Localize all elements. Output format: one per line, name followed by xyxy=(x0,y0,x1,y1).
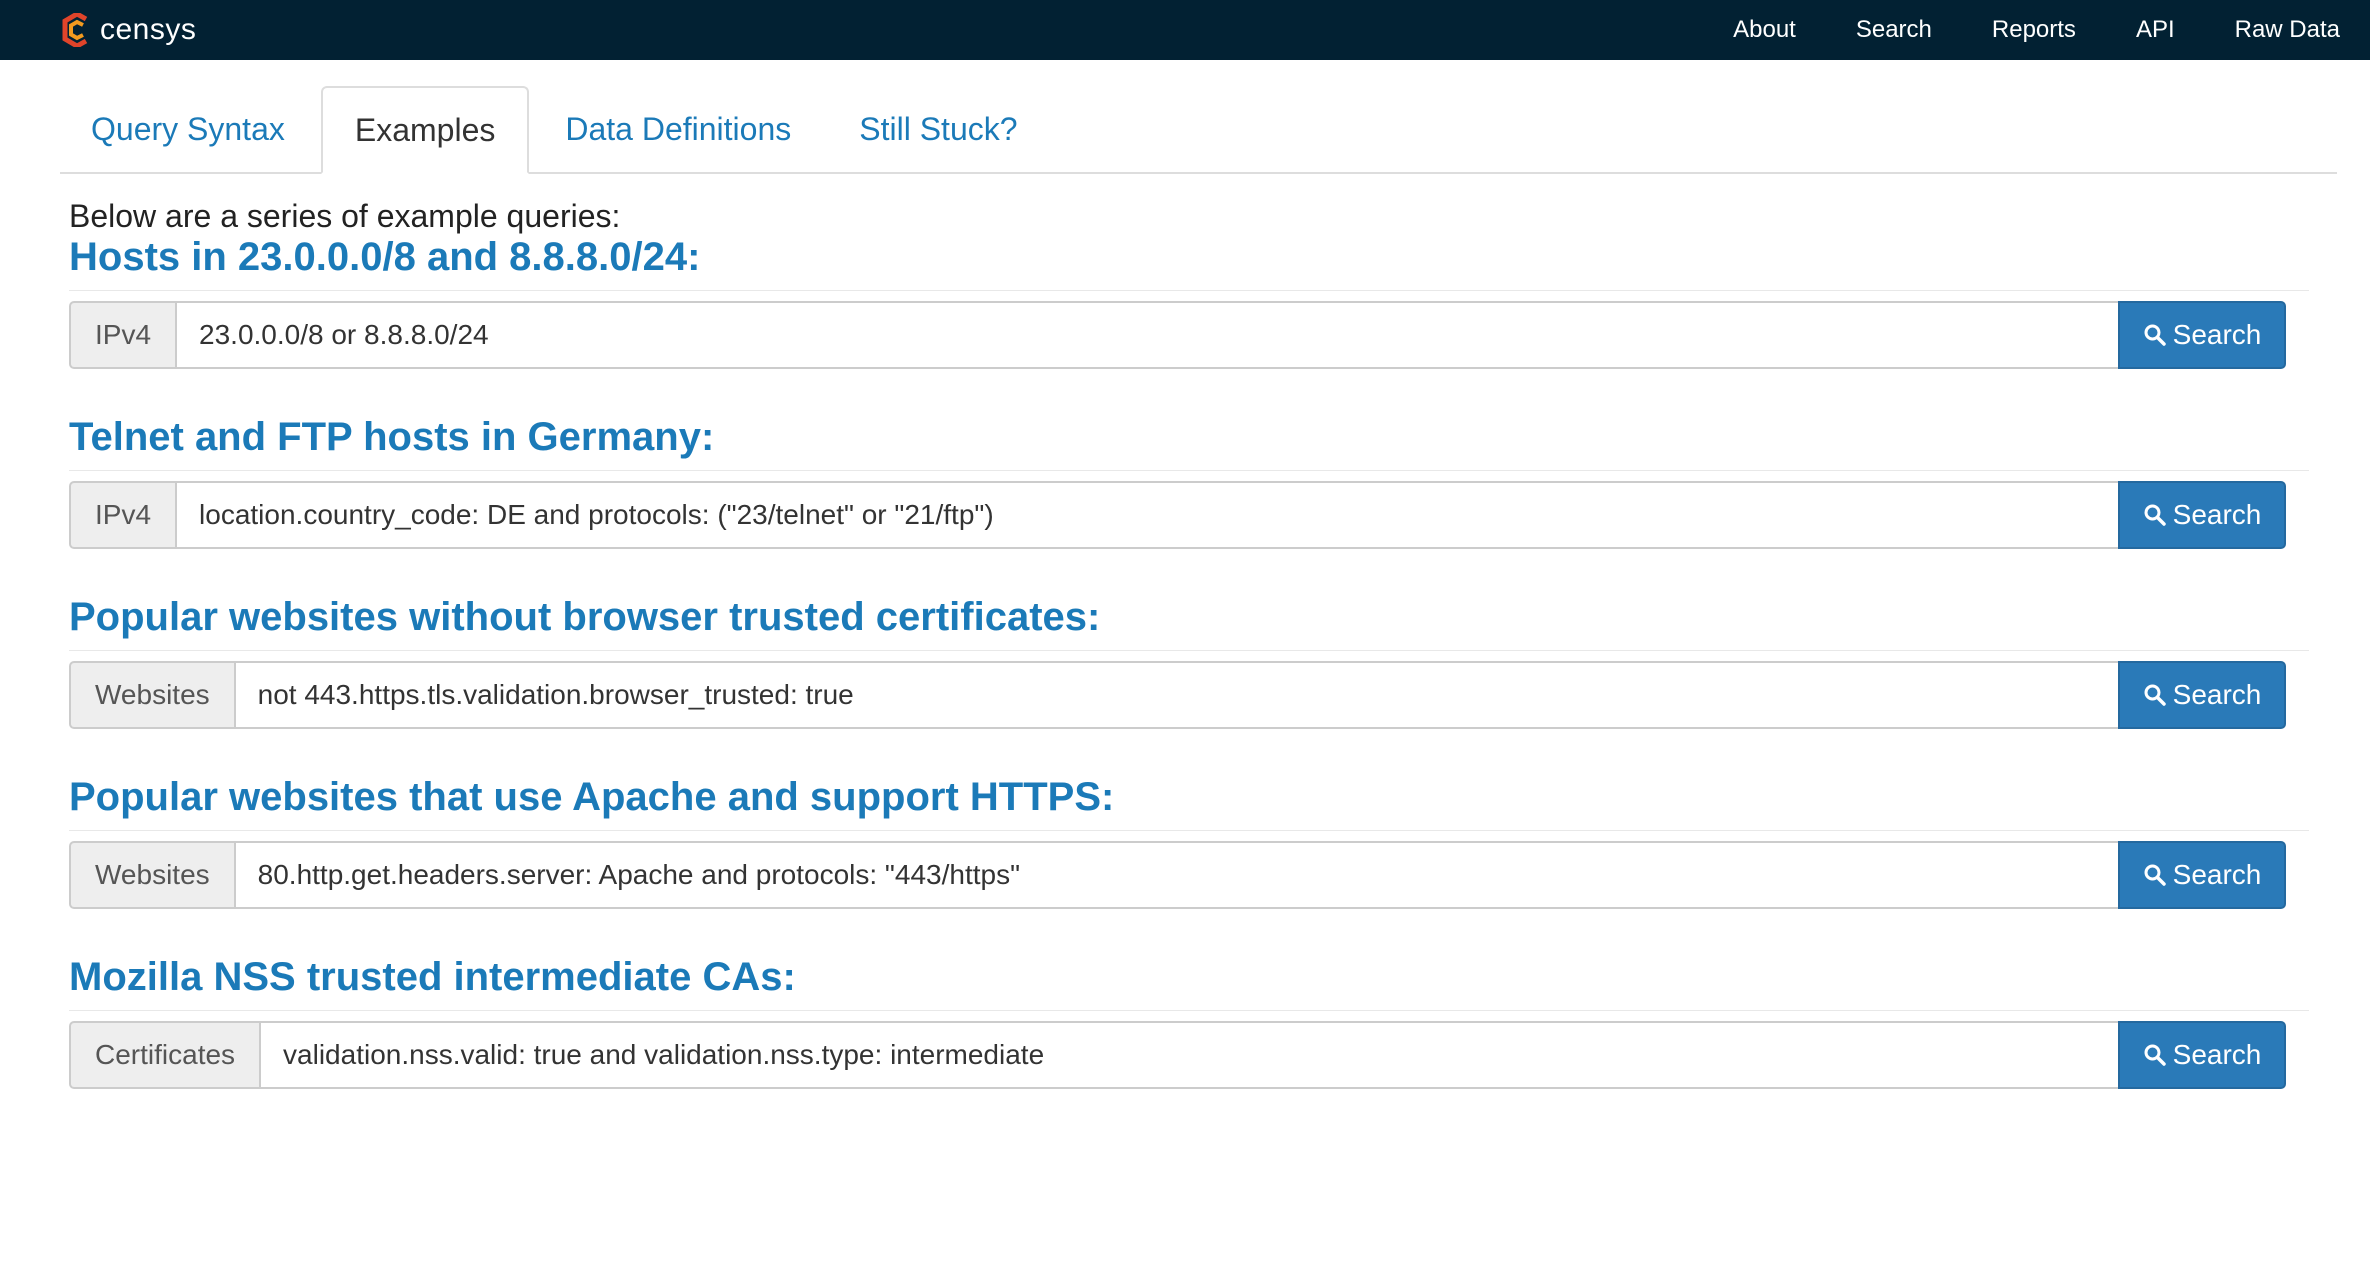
main-content: Query Syntax Examples Data Definitions S… xyxy=(0,74,2370,1089)
search-button-label: Search xyxy=(2172,859,2262,890)
examples-list: Hosts in 23.0.0.0/8 and 8.8.8.0/24: IPv4… xyxy=(60,235,2337,1089)
example-title: Popular websites that use Apache and sup… xyxy=(69,775,2309,831)
search-button-label: Search xyxy=(2172,499,2262,530)
search-button[interactable]: Search xyxy=(2118,301,2286,369)
search-icon xyxy=(2144,864,2166,886)
tab-data-definitions[interactable]: Data Definitions xyxy=(533,86,823,172)
tab-query-syntax[interactable]: Query Syntax xyxy=(60,86,317,172)
nav-reports[interactable]: Reports xyxy=(1992,16,2076,44)
brand-name: censys xyxy=(100,13,197,46)
search-button[interactable]: Search xyxy=(2118,841,2286,909)
query-input[interactable] xyxy=(175,481,2118,549)
tab-bar: Query Syntax Examples Data Definitions S… xyxy=(60,74,2337,174)
index-label-websites: Websites xyxy=(69,841,234,909)
query-row: Websites Search xyxy=(69,841,2286,909)
query-input[interactable] xyxy=(233,661,2118,729)
search-icon xyxy=(2144,1044,2166,1066)
search-icon xyxy=(2144,324,2166,346)
index-label-websites: Websites xyxy=(69,661,234,729)
query-input[interactable] xyxy=(175,301,2118,369)
search-button-label: Search xyxy=(2172,319,2262,350)
search-button-label: Search xyxy=(2172,679,2262,710)
tab-examples[interactable]: Examples xyxy=(320,86,530,174)
censys-logo-icon xyxy=(62,13,88,47)
example-title: Mozilla NSS trusted intermediate CAs: xyxy=(69,955,2309,1011)
query-input[interactable] xyxy=(259,1021,2118,1089)
query-input[interactable] xyxy=(233,841,2118,909)
example-block: Popular websites without browser trusted… xyxy=(60,595,2337,729)
brand[interactable]: censys xyxy=(62,13,196,47)
search-button[interactable]: Search xyxy=(2118,1021,2286,1089)
search-icon xyxy=(2144,504,2166,526)
intro-text: Below are a series of example queries: xyxy=(69,198,621,234)
example-block: Hosts in 23.0.0.0/8 and 8.8.8.0/24: IPv4… xyxy=(60,235,2337,369)
search-button-label: Search xyxy=(2172,1039,2262,1070)
example-title: Popular websites without browser trusted… xyxy=(69,595,2309,651)
search-button[interactable]: Search xyxy=(2118,661,2286,729)
top-navbar: censys About Search Reports API Raw Data xyxy=(0,0,2370,60)
index-label-ipv4: IPv4 xyxy=(69,301,176,369)
example-block: Telnet and FTP hosts in Germany: IPv4 Se… xyxy=(60,415,2337,549)
query-row: Certificates Search xyxy=(69,1021,2286,1089)
example-block: Popular websites that use Apache and sup… xyxy=(60,775,2337,909)
nav-raw-data[interactable]: Raw Data xyxy=(2235,16,2340,44)
index-label-certificates: Certificates xyxy=(69,1021,260,1089)
main-nav: About Search Reports API Raw Data xyxy=(1733,16,2340,44)
query-row: Websites Search xyxy=(69,661,2286,729)
nav-search[interactable]: Search xyxy=(1856,16,1932,44)
query-row: IPv4 Search xyxy=(69,481,2286,549)
query-row: IPv4 Search xyxy=(69,301,2286,369)
example-block: Mozilla NSS trusted intermediate CAs: Ce… xyxy=(60,955,2337,1089)
search-button[interactable]: Search xyxy=(2118,481,2286,549)
nav-api[interactable]: API xyxy=(2136,16,2175,44)
example-title: Telnet and FTP hosts in Germany: xyxy=(69,415,2309,471)
search-icon xyxy=(2144,684,2166,706)
nav-about[interactable]: About xyxy=(1733,16,1796,44)
index-label-ipv4: IPv4 xyxy=(69,481,176,549)
tab-still-stuck[interactable]: Still Stuck? xyxy=(827,86,1049,172)
example-title: Hosts in 23.0.0.0/8 and 8.8.8.0/24: xyxy=(69,235,2309,291)
